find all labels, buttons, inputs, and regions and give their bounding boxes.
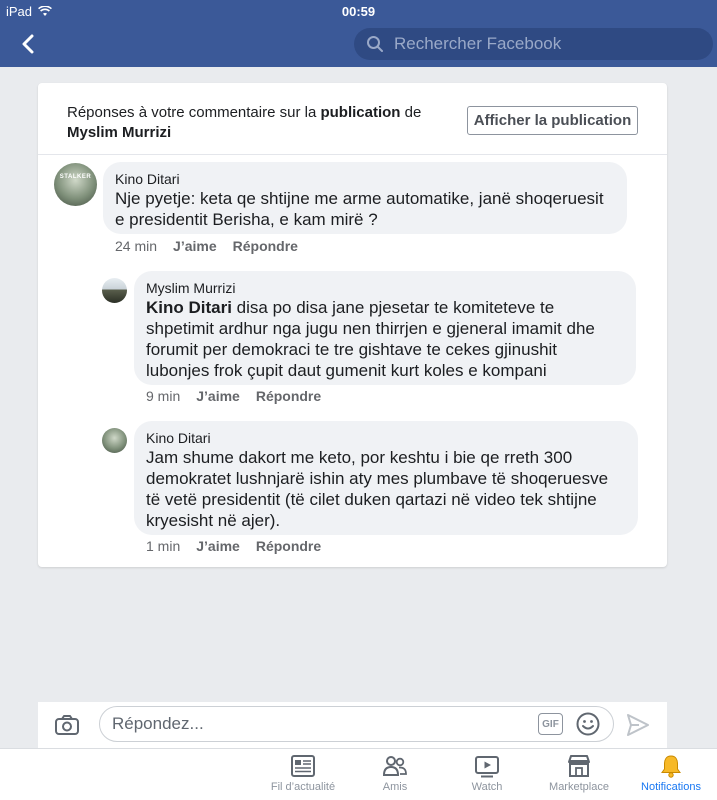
post-author-link[interactable]: Myslim Murrizi [67, 124, 171, 141]
comment-text: Kino Ditari disa po disa jane pjesetar t… [146, 297, 624, 381]
view-post-button[interactable]: Afficher la publication [467, 106, 638, 135]
comment-text: Nje pyetje: keta qe shtijne me arme auto… [115, 189, 604, 229]
reply-button[interactable]: Répondre [233, 238, 298, 254]
gif-button[interactable]: GIF [538, 713, 563, 735]
status-time: 00:59 [341, 4, 376, 19]
like-button[interactable]: J’aime [196, 388, 240, 404]
send-icon [627, 714, 649, 736]
comment-bubble: Kino Ditari Jam shume dakort me keto, po… [134, 421, 638, 535]
comment-bubble: Myslim Murrizi Kino Ditari disa po disa … [134, 271, 636, 385]
watch-icon [475, 756, 499, 778]
tab-marketplace[interactable]: Marketplace [534, 753, 624, 799]
notifications-bell-icon [661, 755, 681, 778]
avatar[interactable] [102, 278, 127, 303]
friends-icon [382, 756, 407, 776]
comment-author[interactable]: Myslim Murrizi [146, 279, 624, 297]
search-bar[interactable]: Rechercher Facebook [354, 28, 713, 60]
comment-bubble: Kino Ditari Nje pyetje: keta qe shtijne … [103, 162, 627, 234]
avatar-caption: STALKER [59, 174, 92, 180]
reply-button[interactable]: Répondre [256, 538, 321, 554]
comment-time: 1 min [146, 538, 181, 554]
tab-notifications[interactable]: Notifications [626, 753, 716, 799]
tab-label: Amis [382, 781, 408, 793]
publication-link[interactable]: publication [320, 104, 400, 121]
comment-actions: 24 min J’aime Répondre [115, 238, 298, 254]
tab-watch[interactable]: Watch [442, 753, 532, 799]
marketplace-icon [568, 755, 590, 777]
comment-author[interactable]: Kino Ditari [146, 429, 626, 447]
card-header: Réponses à votre commentaire sur la publ… [38, 83, 667, 155]
reply-composer: Répondez... GIF [38, 702, 667, 748]
tab-news-feed[interactable]: Fil d’actualité [258, 753, 348, 799]
comment-text: Jam shume dakort me keto, por keshtu i b… [146, 448, 609, 530]
emoji-icon [576, 712, 600, 736]
tab-friends[interactable]: Amis [350, 753, 440, 799]
camera-icon [55, 715, 79, 735]
bottom-tab-bar: Fil d’actualité Amis Watch Marketplace N… [0, 748, 717, 800]
comment-time: 9 min [146, 388, 181, 404]
send-button[interactable] [625, 712, 651, 738]
emoji-button[interactable] [575, 711, 601, 737]
header-prefix: Réponses à votre commentaire sur la [67, 104, 321, 121]
comment-author[interactable]: Kino Ditari [115, 170, 615, 188]
back-button[interactable] [14, 30, 42, 58]
comment-actions: 9 min J’aime Répondre [146, 388, 321, 404]
reply-input[interactable]: Répondez... [99, 706, 614, 742]
search-icon [367, 36, 383, 52]
camera-button[interactable] [54, 712, 80, 738]
like-button[interactable]: J’aime [173, 238, 217, 254]
avatar[interactable]: STALKER [54, 163, 97, 206]
reply-button[interactable]: Répondre [256, 388, 321, 404]
comment-actions: 1 min J’aime Répondre [146, 538, 321, 554]
tab-label: Watch [471, 781, 503, 793]
news-feed-icon [291, 755, 315, 777]
comment-time: 24 min [115, 238, 158, 254]
top-navigation-bar: iPad 00:59 Rechercher Facebook [0, 0, 717, 67]
like-button[interactable]: J’aime [196, 538, 240, 554]
mention-link[interactable]: Kino Ditari [146, 298, 232, 317]
tab-label: Fil d’actualité [270, 781, 336, 793]
tab-label: Notifications [641, 781, 701, 793]
chevron-left-icon [22, 34, 34, 54]
header-connector: de [400, 104, 422, 121]
search-input[interactable]: Rechercher Facebook [394, 34, 561, 54]
avatar[interactable] [102, 428, 127, 453]
tab-label: Marketplace [549, 781, 609, 793]
replies-card: Réponses à votre commentaire sur la publ… [38, 83, 667, 567]
replies-header-text: Réponses à votre commentaire sur la publ… [67, 103, 447, 143]
